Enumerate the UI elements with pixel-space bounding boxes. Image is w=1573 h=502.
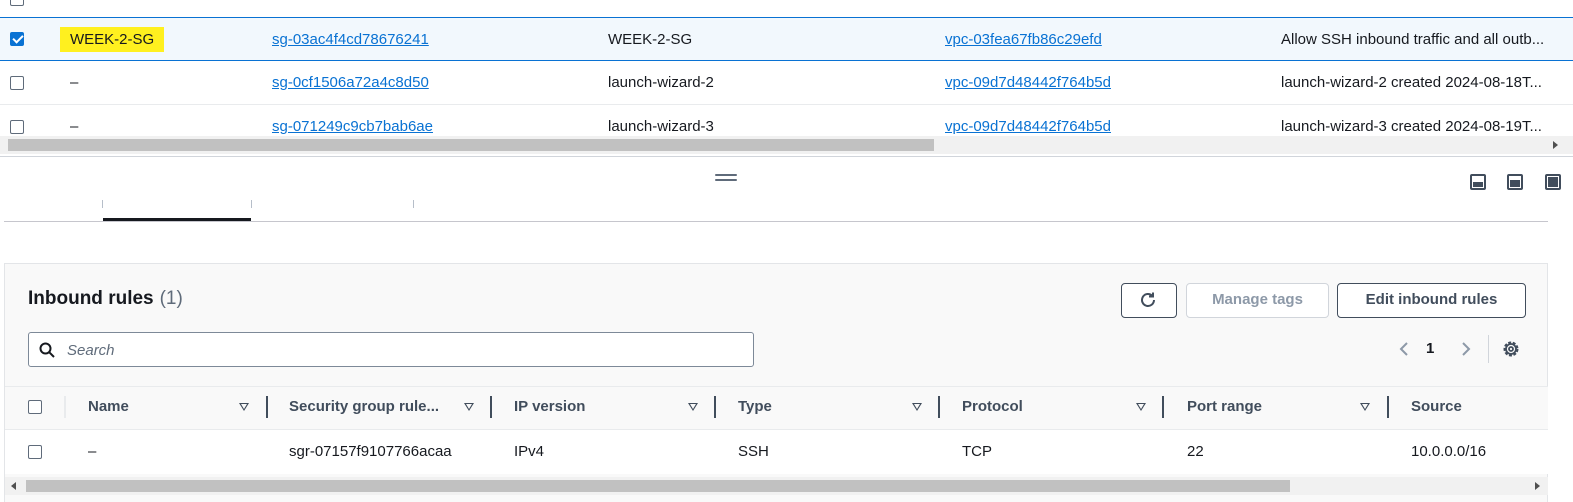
sg-name-cell: WEEK-2-SG bbox=[60, 18, 165, 62]
column-separator[interactable] bbox=[266, 396, 268, 418]
row-checkbox[interactable] bbox=[10, 120, 24, 134]
rule-type: SSH bbox=[738, 443, 769, 460]
refresh-icon bbox=[1141, 292, 1155, 307]
sort-icon[interactable] bbox=[239, 403, 249, 411]
security-groups-table: WEEK-2-SG sg-03ac4f4cd78676241 WEEK-2-SG… bbox=[0, 0, 1573, 158]
inbound-title: Inbound rules bbox=[28, 288, 154, 309]
scroll-right-arrow-icon[interactable] bbox=[1535, 482, 1540, 490]
rule-name: – bbox=[88, 443, 97, 460]
rule-port-range: 22 bbox=[1187, 443, 1204, 460]
edit-inbound-rules-button[interactable]: Edit inbound rules bbox=[1337, 283, 1526, 318]
sg-name: – bbox=[70, 74, 79, 91]
tab-separator bbox=[102, 200, 103, 208]
sg-id-link[interactable]: sg-071249c9cb7bab6ae bbox=[272, 118, 433, 135]
search-icon bbox=[39, 342, 55, 358]
tabs-underline bbox=[4, 221, 1548, 222]
column-header-source[interactable]: Source bbox=[1411, 398, 1462, 415]
column-header-ip-version[interactable]: IP version bbox=[514, 398, 585, 415]
sg-name: WEEK-2-SG bbox=[60, 27, 165, 52]
horizontal-scrollbar[interactable] bbox=[0, 136, 1573, 154]
split-side-icon[interactable] bbox=[1507, 174, 1523, 190]
search-input[interactable] bbox=[65, 333, 669, 368]
rule-id: sgr-07157f9107766acaa bbox=[289, 443, 452, 460]
sort-icon[interactable] bbox=[688, 403, 698, 411]
rules-table-header bbox=[5, 386, 1548, 430]
column-separator[interactable] bbox=[1162, 396, 1164, 418]
panel-title: Inbound rules (1) bbox=[28, 288, 183, 310]
chevron-right-icon[interactable] bbox=[1458, 341, 1474, 357]
column-separator[interactable] bbox=[1387, 396, 1389, 418]
manage-tags-button[interactable]: Manage tags bbox=[1186, 283, 1329, 318]
rule-protocol: TCP bbox=[962, 443, 992, 460]
page-number[interactable]: 1 bbox=[1426, 340, 1434, 357]
sg-group-name: launch-wizard-2 bbox=[608, 74, 714, 91]
vpc-id-link[interactable]: vpc-09d7d48442f764b5d bbox=[945, 118, 1111, 135]
scrollbar-thumb[interactable] bbox=[26, 480, 1290, 492]
column-separator[interactable] bbox=[714, 396, 716, 418]
rule-ip-version: IPv4 bbox=[514, 443, 545, 460]
search-field[interactable] bbox=[28, 332, 754, 368]
refresh-button[interactable] bbox=[1121, 283, 1177, 318]
row-checkbox[interactable] bbox=[28, 445, 42, 459]
column-header-port-range[interactable]: Port range bbox=[1187, 398, 1262, 415]
pager-divider bbox=[1488, 335, 1489, 363]
column-header-name[interactable]: Name bbox=[88, 398, 129, 415]
row-checkbox[interactable] bbox=[10, 76, 24, 90]
vpc-id-link[interactable]: vpc-09d7d48442f764b5d bbox=[945, 74, 1111, 91]
sort-icon[interactable] bbox=[464, 403, 474, 411]
split-bottom-icon[interactable] bbox=[1470, 174, 1486, 190]
gear-icon[interactable] bbox=[1500, 338, 1522, 360]
chevron-left-icon[interactable] bbox=[1396, 341, 1412, 357]
column-header-rule-id[interactable]: Security group rule... bbox=[289, 398, 439, 415]
table-row[interactable] bbox=[5, 430, 1548, 474]
row-checkbox[interactable] bbox=[10, 32, 24, 46]
horizontal-scrollbar[interactable] bbox=[5, 477, 1548, 495]
tab-separator bbox=[251, 200, 252, 208]
sg-id-link[interactable]: sg-03ac4f4cd78676241 bbox=[272, 31, 429, 48]
sort-icon[interactable] bbox=[912, 403, 922, 411]
drag-handle-icon[interactable] bbox=[715, 174, 737, 182]
sg-group-name: WEEK-2-SG bbox=[608, 31, 693, 48]
table-row[interactable]: – sg-0cf1506a72a4c8d50 launch-wizard-2 v… bbox=[0, 61, 1573, 105]
rule-source: 10.0.0.0/16 bbox=[1411, 443, 1487, 460]
vpc-id-link[interactable]: vpc-03fea67fb86c29efd bbox=[945, 31, 1102, 48]
column-separator[interactable] bbox=[938, 396, 940, 418]
fullscreen-icon[interactable] bbox=[1545, 174, 1561, 190]
split-divider bbox=[0, 156, 1573, 157]
column-header-type[interactable]: Type bbox=[738, 398, 772, 415]
column-separator[interactable] bbox=[64, 396, 66, 418]
scroll-right-arrow-icon[interactable] bbox=[1553, 141, 1558, 149]
sg-description: Allow SSH inbound traffic and all outb..… bbox=[1281, 31, 1545, 48]
scroll-left-arrow-icon[interactable] bbox=[11, 482, 16, 490]
sort-icon[interactable] bbox=[1136, 403, 1146, 411]
row-checkbox[interactable] bbox=[10, 0, 24, 6]
sort-icon[interactable] bbox=[1360, 403, 1370, 411]
column-header-protocol[interactable]: Protocol bbox=[962, 398, 1023, 415]
column-separator[interactable] bbox=[490, 396, 492, 418]
sg-id-link[interactable]: sg-0cf1506a72a4c8d50 bbox=[272, 74, 429, 91]
scrollbar-thumb[interactable] bbox=[8, 139, 934, 151]
rules-count: (1) bbox=[159, 288, 183, 309]
tab-separator bbox=[413, 200, 414, 208]
table-row[interactable]: WEEK-2-SG sg-03ac4f4cd78676241 WEEK-2-SG… bbox=[0, 17, 1573, 61]
select-all-checkbox[interactable] bbox=[28, 400, 42, 414]
sg-description: launch-wizard-2 created 2024-08-18T... bbox=[1281, 74, 1542, 91]
active-tab-indicator[interactable] bbox=[103, 218, 251, 221]
